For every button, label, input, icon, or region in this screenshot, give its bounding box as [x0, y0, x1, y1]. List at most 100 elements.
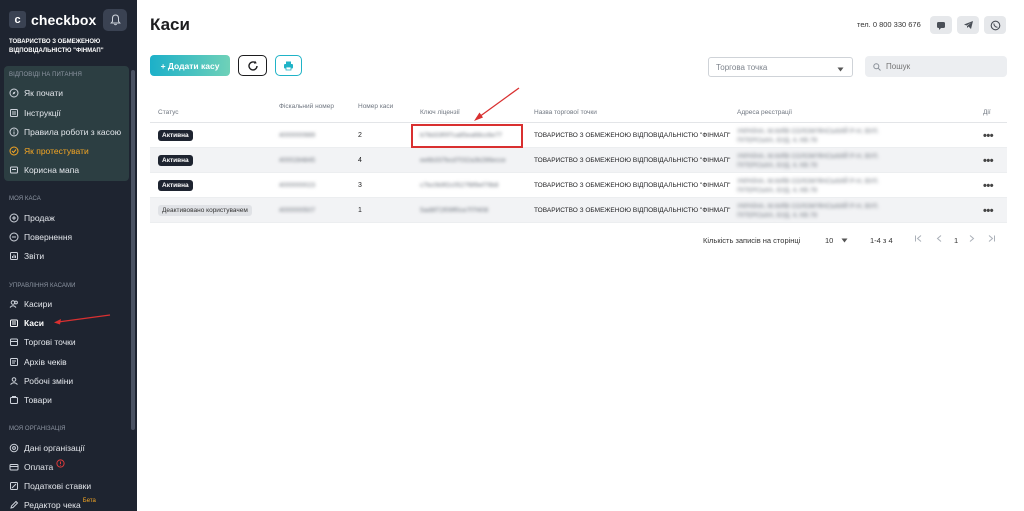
nav-item-label: Робочі зміни	[24, 376, 74, 386]
prev-page-icon[interactable]	[935, 234, 944, 245]
table-row[interactable]: Активна 4000000989 2 b78d33f0f7ca85ea68c…	[150, 123, 1007, 148]
register-number: 2	[358, 132, 362, 139]
minus-circle-icon	[9, 232, 19, 242]
nav-item-how-to-start[interactable]: Як почати	[9, 86, 63, 100]
fiscal-number: 4000000023	[279, 182, 316, 189]
column-header-address[interactable]: Адреса реєстрації	[737, 108, 792, 117]
nav-item-receipt-archive[interactable]: Архів чеків	[9, 355, 67, 369]
fiscal-number: 4000000507	[279, 207, 316, 214]
search-icon	[873, 58, 881, 76]
support-phone[interactable]: тел. 0 800 330 676	[857, 20, 921, 29]
settings-icon	[9, 443, 19, 453]
nav-item-payment[interactable]: Оплата	[9, 458, 65, 474]
row-actions-menu-icon[interactable]: •••	[983, 123, 994, 148]
column-header-actions: Дії	[983, 109, 991, 116]
notifications-bell-icon[interactable]	[103, 9, 127, 31]
nav-item-sale[interactable]: Продаж	[9, 211, 55, 225]
section-title-my-cash: МОЯ КАСА	[9, 196, 41, 202]
nav-item-rules[interactable]: Правила роботи з касою	[9, 125, 121, 139]
fiscal-number: 4000284845	[279, 157, 316, 164]
brand[interactable]: c checkbox	[9, 11, 96, 28]
nav-item-label: Каси	[24, 318, 44, 328]
nav-item-return[interactable]: Повернення	[9, 230, 72, 244]
brand-logo: c	[9, 11, 26, 28]
info-circle-icon	[9, 127, 19, 137]
nav-item-label: Редактор чека	[24, 500, 81, 510]
register-number: 3	[358, 182, 362, 189]
viber-icon[interactable]	[984, 16, 1006, 34]
column-header-register-number[interactable]: Номер каси	[358, 102, 393, 111]
brand-name: checkbox	[31, 11, 97, 28]
nav-item-label: Корисна мапа	[24, 165, 80, 175]
address: УКРАЇНА, М.КИЇВ СОЛОМ'ЯНСЬКИЙ Р-Н, ВУЛ. …	[737, 202, 879, 219]
fiscal-number: 4000000989	[279, 132, 316, 139]
box-icon	[9, 395, 19, 405]
nav-item-how-to-test[interactable]: Як протестувати	[9, 144, 89, 158]
nav-item-useful-map[interactable]: Корисна мапа	[9, 163, 79, 177]
table-row[interactable]: Активна 4000284845 4 ee6b337bcd7032a3b28…	[150, 148, 1007, 173]
column-header-status[interactable]: Статус	[158, 108, 179, 117]
column-header-fiscal-number[interactable]: Фіскальний номер	[279, 102, 334, 111]
point-name: ТОВАРИСТВО З ОБМЕЖЕНОЮ ВІДПОВІДАЛЬНІСТЮ …	[534, 207, 731, 214]
current-page[interactable]: 1	[954, 236, 958, 245]
column-header-point-name[interactable]: Назва торгової точки	[534, 108, 597, 117]
team-icon	[9, 376, 19, 386]
compass-icon	[9, 88, 19, 98]
nav-item-reports[interactable]: Звіти	[9, 249, 44, 263]
sidebar-scrollbar[interactable]	[131, 70, 135, 430]
register-icon	[9, 318, 19, 328]
nav-item-work-shifts[interactable]: Робочі зміни	[9, 374, 73, 388]
add-cash-register-button[interactable]: + Додати касу	[150, 55, 230, 76]
nav-item-receipt-editor[interactable]: Редактор чека Бета	[9, 498, 96, 511]
point-name: ТОВАРИСТВО З ОБМЕЖЕНОЮ ВІДПОВІДАЛЬНІСТЮ …	[534, 182, 731, 189]
per-page-value: 10	[825, 236, 834, 245]
users-icon	[9, 299, 19, 309]
nav-item-label: Інструкції	[24, 108, 61, 118]
nav-item-tax-rates[interactable]: Податкові ставки	[9, 479, 91, 493]
per-page-label: Кількість записів на сторінці	[703, 236, 801, 245]
nav-item-label: Правила роботи з касою	[24, 127, 122, 137]
nav-item-label: Касири	[24, 299, 53, 309]
column-header-license-key[interactable]: Ключ ліцензії	[420, 108, 460, 117]
nav-item-cash-registers[interactable]: Каси	[9, 316, 44, 330]
alert-icon	[56, 458, 65, 470]
search-input[interactable]	[886, 62, 996, 71]
point-name: ТОВАРИСТВО З ОБМЕЖЕНОЮ ВІДПОВІДАЛЬНІСТЮ …	[534, 157, 731, 164]
pen-icon	[9, 500, 19, 510]
chat-icon[interactable]	[930, 16, 952, 34]
telegram-icon[interactable]	[957, 16, 979, 34]
next-page-icon[interactable]	[967, 234, 976, 245]
nav-item-label: Товари	[24, 395, 52, 405]
nav-item-instructions[interactable]: Інструкції	[9, 106, 61, 120]
table-row[interactable]: Деактивовано користувачем 4000000507 1 5…	[150, 198, 1007, 223]
nav-item-label: Торгові точки	[24, 337, 76, 347]
table-row[interactable]: Активна 4000000023 3 c7bc0b9f2c0527f8f9e…	[150, 173, 1007, 198]
nav-item-label: Архів чеків	[24, 357, 67, 367]
nav-item-goods[interactable]: Товари	[9, 393, 52, 407]
nav-item-label: Продаж	[24, 213, 55, 223]
first-page-icon[interactable]	[914, 234, 923, 245]
archive-icon	[9, 357, 19, 367]
status-badge: Деактивовано користувачем	[158, 205, 252, 216]
license-key: 5ad8f72f09ff0ce7f7f408	[420, 207, 489, 214]
trade-point-select-placeholder: Торгова точка	[716, 62, 768, 72]
search-box[interactable]	[865, 56, 1007, 77]
print-button[interactable]	[275, 55, 302, 76]
nav-item-cashiers[interactable]: Касири	[9, 297, 52, 311]
organization-name: ТОВАРИСТВО З ОБМЕЖЕНОЮ ВІДПОВІДАЛЬНІСТЮ …	[9, 39, 104, 54]
refresh-icon	[247, 60, 258, 71]
address: УКРАЇНА, М.КИЇВ СОЛОМ'ЯНСЬКИЙ Р-Н, ВУЛ. …	[737, 127, 879, 144]
nav-item-trade-points[interactable]: Торгові точки	[9, 335, 76, 349]
per-page-select[interactable]: 10	[825, 236, 848, 245]
nav-item-org-data[interactable]: Дані організації	[9, 441, 85, 455]
row-actions-menu-icon[interactable]: •••	[983, 173, 994, 198]
row-actions-menu-icon[interactable]: •••	[983, 198, 994, 223]
row-actions-menu-icon[interactable]: •••	[983, 148, 994, 173]
refresh-button[interactable]	[238, 55, 267, 76]
section-title-org: МОЯ ОРГАНІЗАЦІЯ	[9, 426, 66, 432]
nav-item-label: Як почати	[24, 88, 63, 98]
last-page-icon[interactable]	[987, 234, 996, 245]
trade-point-select[interactable]: Торгова точка	[708, 57, 853, 77]
plus-circle-icon	[9, 213, 19, 223]
annotation-arrow-license-key	[474, 87, 520, 121]
